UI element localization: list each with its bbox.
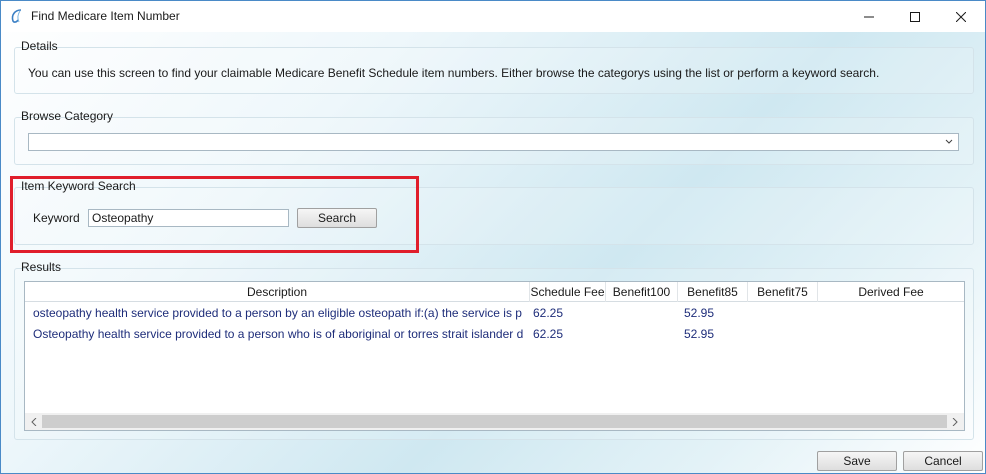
cell-description: Osteopathy health service provided to a … — [33, 327, 524, 341]
table-row[interactable]: osteopathy health service provided to a … — [25, 303, 964, 324]
column-header-benefit75[interactable]: Benefit75 — [748, 282, 818, 302]
save-button[interactable]: Save — [817, 451, 897, 471]
details-group-label: Details — [21, 39, 58, 53]
app-logo-icon — [9, 8, 25, 24]
cell-benefit75 — [748, 324, 818, 345]
cell-benefit100 — [601, 303, 673, 324]
close-button[interactable] — [938, 1, 984, 32]
cell-benefit85: 52.95 — [684, 327, 715, 341]
column-header-schedule-fee[interactable]: Schedule Fee — [530, 282, 606, 302]
cell-derived-fee — [818, 303, 964, 324]
results-label: Results — [21, 260, 62, 274]
browse-category-select[interactable] — [28, 133, 959, 151]
results-table-header: Description Schedule Fee Benefit100 Bene… — [25, 282, 964, 302]
title-bar: Find Medicare Item Number — [1, 1, 985, 32]
chevron-down-icon — [944, 136, 954, 148]
column-header-benefit85[interactable]: Benefit85 — [678, 282, 748, 302]
find-medicare-item-window: Find Medicare Item Number Details You ca… — [0, 0, 986, 474]
maximize-button[interactable] — [892, 1, 938, 32]
details-description: You can use this screen to find your cla… — [28, 66, 880, 80]
cancel-button[interactable]: Cancel — [903, 451, 983, 471]
cell-benefit85: 52.95 — [684, 306, 715, 320]
column-header-description[interactable]: Description — [25, 282, 530, 302]
cell-description: osteopathy health service provided to a … — [33, 306, 522, 320]
minimize-button[interactable] — [846, 1, 892, 32]
browse-category-label: Browse Category — [21, 109, 114, 123]
column-header-benefit100[interactable]: Benefit100 — [606, 282, 678, 302]
table-row[interactable]: Osteopathy health service provided to a … — [25, 324, 964, 345]
keyword-search-highlight — [10, 176, 419, 253]
scroll-right-icon[interactable] — [948, 415, 962, 428]
column-header-derived-fee[interactable]: Derived Fee — [818, 282, 964, 302]
scrollbar-thumb[interactable] — [42, 415, 947, 428]
horizontal-scrollbar[interactable] — [25, 413, 964, 430]
window-title: Find Medicare Item Number — [31, 9, 180, 23]
maximize-icon — [910, 11, 920, 22]
cell-benefit75 — [748, 303, 818, 324]
cell-derived-fee — [818, 324, 964, 345]
cell-benefit100 — [601, 324, 673, 345]
scroll-left-icon[interactable] — [27, 415, 41, 428]
cell-schedule-fee: 62.25 — [533, 327, 564, 341]
minimize-icon — [864, 16, 874, 17]
results-table[interactable]: Description Schedule Fee Benefit100 Bene… — [24, 281, 965, 431]
close-icon — [956, 11, 966, 22]
cell-schedule-fee: 62.25 — [533, 306, 564, 320]
